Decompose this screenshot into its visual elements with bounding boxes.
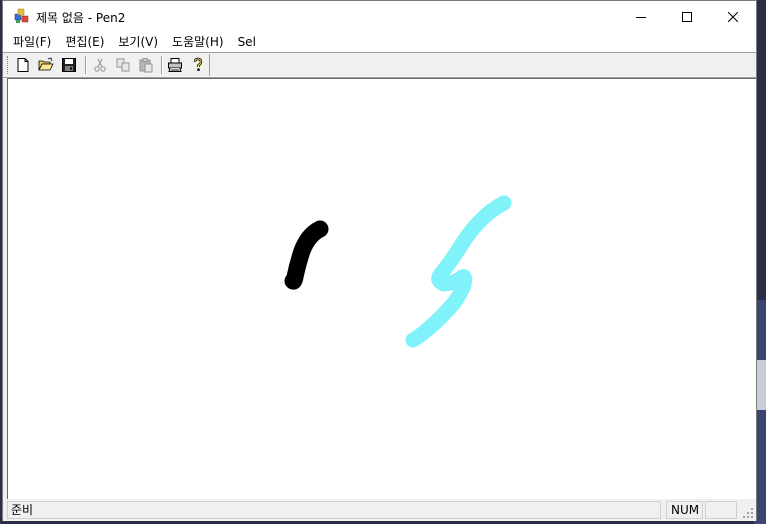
open-folder-icon	[38, 57, 54, 71]
toolbar-separator	[85, 56, 87, 74]
toolbar	[3, 52, 756, 78]
drawing-canvas[interactable]	[7, 78, 756, 499]
title-bar[interactable]: 제목 없음 - Pen2	[3, 1, 756, 32]
print-icon	[168, 58, 182, 72]
help-icon	[193, 57, 203, 71]
resize-grip-icon[interactable]	[742, 507, 754, 519]
black-stroke	[284, 220, 329, 290]
status-message: 준비	[7, 501, 661, 519]
menu-bar: 파일(F) 편집(E) 보기(V) 도움말(H) Sel	[3, 32, 756, 52]
copy-button[interactable]	[113, 55, 133, 75]
status-bar: 준비 NUM	[3, 499, 756, 521]
paste-button[interactable]	[136, 55, 156, 75]
save-icon	[62, 58, 76, 72]
toolbar-separator	[161, 56, 163, 74]
minimize-button[interactable]	[618, 1, 664, 32]
status-num-indicator: NUM	[666, 501, 703, 519]
cut-button[interactable]	[90, 55, 110, 75]
app-window: 제목 없음 - Pen2 파일(F) 편집(E) 보기(V) 도움말(H) Se…	[2, 0, 757, 521]
maximize-button[interactable]	[664, 1, 710, 32]
maximize-icon	[682, 11, 692, 22]
window-title: 제목 없음 - Pen2	[36, 11, 126, 25]
new-file-icon	[17, 58, 29, 72]
menu-edit[interactable]: 편집(E)	[58, 32, 111, 52]
paste-icon	[139, 58, 153, 73]
copy-icon	[116, 58, 130, 72]
cut-icon	[94, 58, 106, 72]
menu-sel[interactable]: Sel	[231, 32, 263, 52]
menu-view[interactable]: 보기(V)	[111, 32, 165, 52]
close-icon	[728, 11, 738, 22]
cyan-stroke	[405, 195, 512, 348]
menu-help[interactable]: 도움말(H)	[165, 32, 231, 52]
close-button[interactable]	[710, 1, 756, 32]
minimize-icon	[636, 16, 646, 18]
app-icon	[14, 8, 29, 23]
toolbar-grip[interactable]	[7, 56, 10, 74]
open-button[interactable]	[36, 55, 56, 75]
save-button[interactable]	[59, 55, 79, 75]
help-button[interactable]	[188, 55, 208, 75]
menu-file[interactable]: 파일(F)	[6, 32, 58, 52]
toolbar-end-border	[209, 54, 210, 76]
status-caps-indicator	[705, 501, 737, 519]
canvas-drawing	[284, 195, 512, 348]
new-button[interactable]	[13, 55, 33, 75]
print-button[interactable]	[165, 55, 185, 75]
